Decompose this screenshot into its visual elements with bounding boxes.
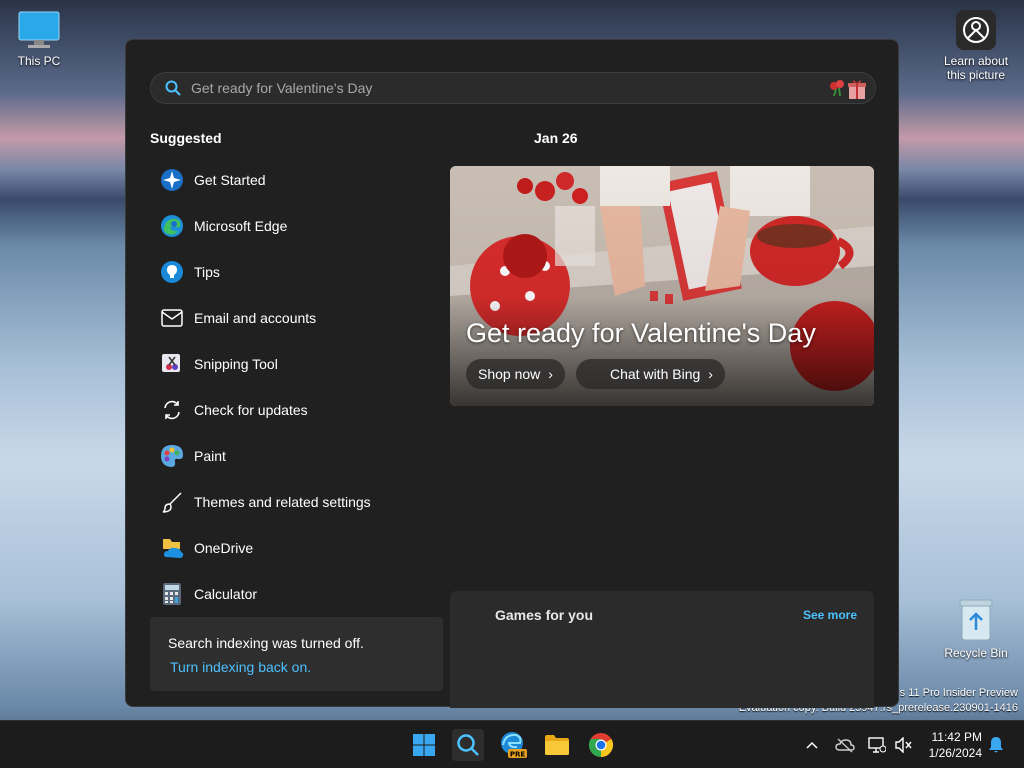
suggested-item-check-updates[interactable]: Check for updates (150, 387, 442, 433)
games-for-you-card: Games for you See more (450, 591, 874, 708)
chevron-right-icon: › (708, 366, 713, 382)
taskbar-file-explorer-button[interactable] (541, 729, 573, 761)
suggested-item-label: Tips (194, 264, 220, 280)
clock-date: 1/26/2024 (928, 746, 982, 760)
search-icon (457, 734, 479, 756)
learn-label-line2: this picture (946, 68, 1006, 82)
edge-preview-icon: PRE (501, 732, 527, 759)
mail-icon (160, 306, 184, 330)
shop-now-button[interactable]: Shop now › (466, 359, 565, 389)
desktop-icon-this-pc[interactable]: This PC (10, 10, 68, 68)
suggested-item-email-accounts[interactable]: Email and accounts (150, 295, 442, 341)
recycle-bin-label: Recycle Bin (944, 646, 1008, 660)
valentine-decoration (828, 78, 867, 100)
suggested-item-label: Themes and related settings (194, 494, 371, 510)
onedrive-icon (160, 536, 184, 560)
pre-badge-text: PRE (510, 751, 526, 759)
suggested-item-paint[interactable]: Paint (150, 433, 442, 479)
clock[interactable]: 11:42 PM 1/26/2024 (920, 729, 982, 761)
recycle-bin-icon (959, 599, 993, 641)
suggested-item-microsoft-edge[interactable]: Microsoft Edge (150, 203, 442, 249)
shop-now-label: Shop now (478, 366, 541, 382)
monitor-icon (18, 11, 60, 48)
windows-logo-icon (413, 734, 435, 756)
suggested-item-label: Paint (194, 448, 226, 464)
camera-icon (956, 10, 996, 50)
calculator-icon (160, 582, 184, 606)
tips-icon (160, 260, 184, 284)
cloud-offline-icon (835, 738, 855, 753)
valentines-hero-card[interactable]: Get ready for Valentine's Day Shop now ›… (450, 166, 874, 406)
desktop-icon-learn-about-picture[interactable]: Learn about this picture (938, 10, 1014, 82)
suggested-list: Get Started Microsoft Edge Tips Email an… (150, 157, 442, 617)
edge-icon (160, 214, 184, 238)
suggested-heading: Suggested (150, 130, 222, 146)
suggested-item-onedrive[interactable]: OneDrive (150, 525, 442, 571)
notification-button[interactable] (987, 735, 1005, 755)
show-hidden-icons-button[interactable] (804, 735, 820, 755)
folder-icon (545, 735, 569, 755)
suggested-item-snipping-tool[interactable]: Snipping Tool (150, 341, 442, 387)
this-pc-label: This PC (17, 54, 61, 68)
turn-indexing-on-link[interactable]: Turn indexing back on. (168, 659, 425, 675)
chat-with-bing-button[interactable]: Chat with Bing › (576, 359, 725, 389)
clock-time: 11:42 PM (931, 730, 982, 744)
suggested-item-themes[interactable]: Themes and related settings (150, 479, 442, 525)
search-input[interactable] (191, 80, 791, 96)
indexing-message: Search indexing was turned off. (168, 635, 364, 651)
chrome-icon (588, 733, 614, 757)
chat-with-bing-label: Chat with Bing (610, 366, 701, 382)
suggested-item-tips[interactable]: Tips (150, 249, 442, 295)
learn-label-line1: Learn about (943, 54, 1009, 68)
network-tray-button[interactable] (867, 735, 887, 755)
desktop-icon-recycle-bin[interactable]: Recycle Bin (940, 598, 1012, 660)
start-button[interactable] (408, 729, 440, 761)
taskbar: PRE 11:42 PM 1/26/2024 (0, 720, 1024, 768)
chevron-up-icon (806, 741, 818, 749)
search-box[interactable] (150, 72, 876, 104)
search-panel: Suggested Jan 26 Get Started Microsoft E… (125, 39, 899, 708)
volume-tray-button[interactable] (893, 735, 913, 755)
indexing-notice: Search indexing was turned off. Turn ind… (150, 617, 443, 691)
games-heading: Games for you (495, 607, 594, 623)
suggested-item-calculator[interactable]: Calculator (150, 571, 442, 617)
suggested-item-label: Check for updates (194, 402, 308, 418)
network-icon (868, 737, 886, 753)
get-started-icon (160, 168, 184, 192)
bell-icon (989, 737, 1003, 753)
snipping-tool-icon (160, 352, 184, 376)
chevron-right-icon: › (548, 366, 553, 382)
taskbar-search-button[interactable] (452, 729, 484, 761)
suggested-item-label: OneDrive (194, 540, 254, 556)
refresh-icon (160, 398, 184, 422)
search-icon (165, 80, 181, 96)
see-more-link[interactable]: See more (803, 608, 857, 622)
gift-icon (848, 80, 866, 99)
today-date-heading: Jan 26 (534, 130, 578, 146)
roses-icon (830, 80, 844, 97)
suggested-item-label: Get Started (194, 172, 266, 188)
suggested-item-label: Microsoft Edge (194, 218, 288, 234)
suggested-item-get-started[interactable]: Get Started (150, 157, 442, 203)
volume-muted-icon (895, 737, 912, 753)
taskbar-chrome-button[interactable] (585, 729, 617, 761)
hero-title: Get ready for Valentine's Day (466, 318, 816, 348)
suggested-item-label: Email and accounts (194, 310, 317, 326)
taskbar-edge-beta-button[interactable]: PRE (497, 729, 529, 761)
onedrive-tray-button[interactable] (834, 735, 856, 755)
suggested-item-label: Snipping Tool (194, 356, 278, 372)
paint-icon (160, 444, 184, 468)
suggested-item-label: Calculator (194, 586, 258, 602)
brush-icon (160, 490, 184, 514)
